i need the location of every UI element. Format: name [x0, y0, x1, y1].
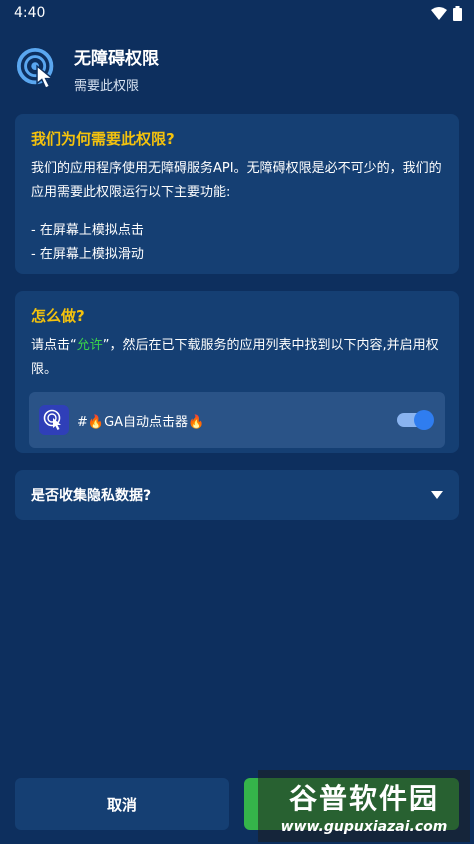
page-title: 无障碍权限 [74, 49, 159, 69]
list-item: - 在屏幕上模拟点击 [31, 223, 144, 238]
touch-target-icon [39, 405, 69, 435]
cancel-button[interactable]: 取消 [15, 778, 229, 830]
caret-down-icon [431, 491, 443, 499]
why-card-body: 我们的应用程序使用无障碍服务API。无障碍权限是必不可少的，我们的应用需要此权限… [31, 161, 442, 200]
privacy-card[interactable]: 是否收集隐私数据? [15, 470, 459, 520]
privacy-card-title: 是否收集隐私数据? [31, 488, 152, 504]
list-item: - 在屏幕上模拟滑动 [31, 247, 144, 262]
status-icons [431, 5, 462, 21]
why-card: 我们为何需要此权限? 我们的应用程序使用无障碍服务API。无障碍权限是必不可少的… [15, 114, 459, 274]
why-card-title: 我们为何需要此权限? [31, 130, 175, 148]
how-body-highlight: 允许 [76, 338, 103, 353]
watermark-text: 谷普软件园 [288, 782, 439, 815]
why-card-bullets: - 在屏幕上模拟点击 - 在屏幕上模拟滑动 [31, 219, 443, 267]
page-header: 无障碍权限 需要此权限 [16, 44, 159, 94]
battery-icon [453, 5, 462, 21]
how-card: 怎么做? 请点击“允许”，然后在已下载服务的应用列表中找到以下内容,并启用权限。… [15, 291, 459, 453]
service-name: #🔥GA自动点击器🔥 [77, 414, 205, 430]
status-time: 4:40 [14, 5, 46, 21]
watermark-url: www.gupuxiazai.com [280, 819, 448, 835]
service-toggle[interactable] [397, 410, 434, 430]
how-body-prefix: 请点击“ [31, 338, 77, 353]
page-subtitle: 需要此权限 [74, 79, 140, 94]
how-card-body: 请点击“允许”，然后在已下载服务的应用列表中找到以下内容,并启用权限。 [31, 334, 443, 382]
how-card-title: 怎么做? [31, 307, 85, 325]
status-bar: 4:40 [0, 0, 474, 26]
watermark: 谷普软件园 www.gupuxiazai.com [258, 770, 470, 842]
wifi-icon [431, 6, 447, 20]
touch-target-icon [16, 47, 60, 91]
service-row[interactable]: #🔥GA自动点击器🔥 [29, 392, 445, 448]
toggle-knob [414, 410, 434, 430]
